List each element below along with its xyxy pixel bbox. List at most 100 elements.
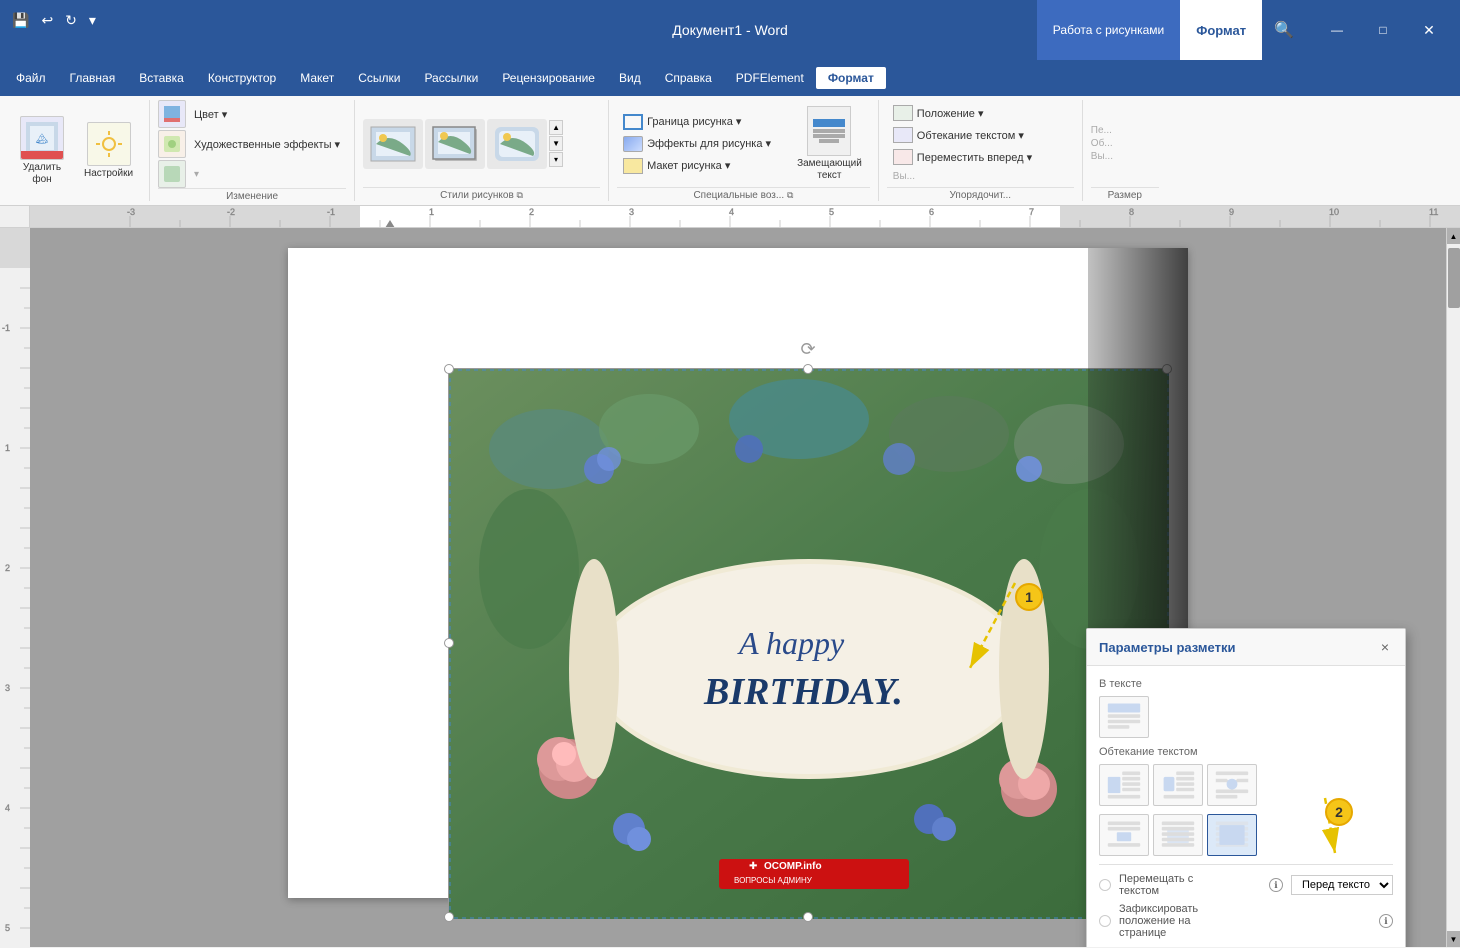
svg-text:A happy: A happy	[737, 625, 845, 661]
position-button[interactable]: Положение ▾	[887, 103, 1038, 123]
ribbon-group-size: Пе... Об... Вы... Размер	[1087, 100, 1167, 201]
settings-button[interactable]: Настройки	[76, 118, 141, 183]
in-text-icons-row	[1099, 696, 1393, 738]
wrap-top-bottom-button[interactable]	[1099, 814, 1149, 856]
menu-item-insert[interactable]: Вставка	[127, 67, 196, 89]
styles-expand-icon[interactable]: ⧉	[517, 190, 523, 200]
window-title: Документ1 - Word	[672, 22, 788, 38]
selection-handle-ml[interactable]	[444, 638, 454, 648]
placeholder-button[interactable]: Замещающийтекст	[789, 102, 870, 186]
layout-panel-close-button[interactable]: ×	[1377, 637, 1393, 657]
image-container[interactable]: ⟳	[448, 368, 1168, 918]
wrap-text-label: Обтекание текстом	[1099, 746, 1393, 758]
scroll-up-button[interactable]: ▲	[1447, 228, 1460, 244]
layout-picture-button[interactable]: Макет рисунка ▾	[617, 156, 777, 176]
birthday-card-image: A happy BIRTHDAY. ✚ OCOMP.info ВОПРОСЫ А…	[449, 369, 1169, 919]
wrap-behind-button[interactable]	[1153, 814, 1203, 856]
vertical-ruler: -1 1 2 3	[0, 228, 30, 947]
effects-button[interactable]: Эффекты для рисунка ▾	[617, 134, 777, 154]
forward-button[interactable]: Переместить вперед ▾	[887, 147, 1038, 167]
layout-panel-body: В тексте Обтекание текстом	[1087, 666, 1405, 947]
wrap-icons-row-1	[1099, 764, 1393, 806]
fix-position-radio[interactable]	[1099, 915, 1111, 927]
wrap-text-button[interactable]: Обтекание текстом ▾	[887, 125, 1038, 145]
menu-item-mailings[interactable]: Рассылки	[412, 67, 490, 89]
style-item-3[interactable]	[487, 119, 547, 169]
back-button[interactable]: Вы...	[887, 169, 1038, 184]
color-button[interactable]: Цвет ▾	[188, 106, 233, 123]
gallery-scroll-up[interactable]: ▲	[549, 120, 563, 135]
gallery-scroll-more[interactable]: ▾	[549, 152, 563, 167]
scroll-down-button[interactable]: ▼	[1447, 931, 1460, 947]
menu-item-review[interactable]: Рецензирование	[490, 67, 607, 89]
close-button[interactable]: ✕	[1406, 0, 1452, 60]
gallery-scroll-down[interactable]: ▼	[549, 136, 563, 151]
color-icon	[158, 100, 186, 128]
settings-label: Настройки	[84, 168, 133, 179]
change-group-label: Изменение	[158, 188, 346, 202]
wrap-close-button[interactable]	[1153, 764, 1203, 806]
menu-item-layout[interactable]: Макет	[288, 67, 346, 89]
position-icon	[893, 105, 913, 121]
undo-button[interactable]: ↩	[37, 10, 57, 31]
wrap-through-button[interactable]	[1207, 764, 1257, 806]
forward-icon	[893, 149, 913, 165]
move-with-text-info[interactable]: ℹ	[1269, 878, 1283, 892]
redo-button[interactable]: ↻	[61, 10, 81, 31]
move-with-text-radio[interactable]	[1099, 879, 1111, 891]
wrap-square-button[interactable]	[1099, 764, 1149, 806]
correction-button[interactable]: ▾	[188, 167, 205, 182]
gallery-scroll: ▲ ▼ ▾	[549, 120, 563, 167]
svg-text:4: 4	[729, 207, 734, 217]
menu-item-format[interactable]: Формат	[816, 67, 886, 89]
wrap-before-button[interactable]	[1207, 814, 1257, 856]
document-page: ⟳	[288, 248, 1188, 898]
effects-icon	[623, 136, 643, 152]
ribbon-group-change: Цвет ▾ Художественные эффекты ▾ ▾ Измене…	[154, 100, 355, 201]
selection-handle-tl[interactable]	[444, 364, 454, 374]
special-expand-icon[interactable]: ⧉	[787, 190, 793, 200]
maximize-button[interactable]: □	[1360, 0, 1406, 60]
menu-item-design[interactable]: Конструктор	[196, 67, 288, 89]
svg-text:-3: -3	[127, 207, 135, 217]
svg-text:2: 2	[5, 563, 10, 573]
style-item-1[interactable]	[363, 119, 423, 169]
selection-handle-bl[interactable]	[444, 912, 454, 922]
qat-dropdown-button[interactable]: ▾	[85, 10, 100, 31]
minimize-button[interactable]: —	[1314, 0, 1360, 60]
ribbon-group-styles: ▲ ▼ ▾ Стили рисунков ⧉	[359, 100, 609, 201]
fix-position-row: Зафиксироватьположение настранице ℹ	[1099, 903, 1393, 939]
rotate-handle[interactable]: ⟳	[800, 339, 815, 360]
fix-position-info[interactable]: ℹ	[1379, 914, 1393, 928]
size-column: Пе... Об... Вы...	[1091, 125, 1113, 162]
before-text-dropdown[interactable]: Перед тексто	[1291, 875, 1393, 895]
search-button[interactable]: 🔍	[1262, 0, 1306, 60]
selection-handle-tm[interactable]	[803, 364, 813, 374]
vertical-scrollbar[interactable]: ▲ ▼	[1446, 228, 1460, 947]
menu-bar: Файл Главная Вставка Конструктор Макет С…	[0, 60, 1460, 96]
menu-item-view[interactable]: Вид	[607, 67, 653, 89]
menu-item-help[interactable]: Справка	[653, 67, 724, 89]
menu-item-home[interactable]: Главная	[58, 67, 128, 89]
quick-access-toolbar: 💾 ↩ ↻ ▾	[8, 10, 100, 31]
wrap-inline-button[interactable]	[1099, 696, 1149, 738]
ribbon-content-special: Граница рисунка ▾ Эффекты для рисунка ▾ …	[617, 100, 870, 187]
menu-item-file[interactable]: Файл	[4, 67, 58, 89]
special-column-left: Граница рисунка ▾ Эффекты для рисунка ▾ …	[617, 112, 777, 176]
wrap-text-icon	[893, 127, 913, 143]
menu-item-refs[interactable]: Ссылки	[346, 67, 412, 89]
art-effects-button[interactable]: Художественные эффекты ▾	[188, 136, 346, 153]
style-item-2[interactable]	[425, 119, 485, 169]
scroll-thumb[interactable]	[1448, 248, 1460, 308]
svg-text:6: 6	[929, 207, 934, 217]
menu-item-pdfelement[interactable]: PDFElement	[724, 67, 816, 89]
svg-text:✚: ✚	[749, 861, 757, 872]
svg-text:5: 5	[829, 207, 834, 217]
format-tab-active[interactable]: Формат	[1180, 0, 1262, 60]
remove-bg-button[interactable]: 🏔 Удалитьфон	[12, 112, 72, 190]
order-column: Положение ▾ Обтекание текстом ▾ Перемест…	[887, 103, 1038, 184]
border-button[interactable]: Граница рисунка ▾	[617, 112, 777, 132]
save-button[interactable]: 💾	[8, 10, 33, 31]
svg-text:BIRTHDAY.: BIRTHDAY.	[703, 671, 903, 713]
selection-handle-bm[interactable]	[803, 912, 813, 922]
